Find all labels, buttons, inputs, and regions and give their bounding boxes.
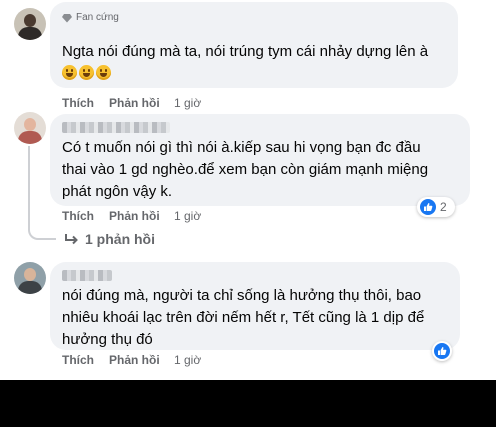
timestamp[interactable]: 1 giờ (174, 96, 201, 110)
comment-text: nói đúng mà, người ta chỉ sống là hưởng … (62, 287, 425, 348)
reaction-count[interactable]: 2 (417, 197, 455, 217)
reaction-count[interactable] (432, 341, 452, 361)
badge-label: Fan cứng (76, 12, 119, 23)
timestamp[interactable]: 1 giờ (174, 353, 201, 367)
view-replies-link[interactable]: 1 phản hồi (64, 231, 155, 247)
avatar[interactable] (14, 112, 46, 144)
blurred-author-name (62, 122, 170, 133)
avatar[interactable] (14, 8, 46, 40)
avatar[interactable] (14, 262, 46, 294)
reply-arrow-icon (65, 234, 78, 245)
thread-connector (28, 146, 56, 240)
replies-label[interactable]: 1 phản hồi (85, 231, 155, 247)
blurred-author-name (62, 270, 112, 281)
like-link[interactable]: Thích (62, 209, 94, 223)
diamond-icon (62, 13, 72, 22)
comment-text: Ngta nói đúng mà ta, nói trúng tym cái n… (62, 41, 452, 85)
black-bar (0, 380, 496, 427)
grinning-face-emoji (79, 65, 94, 80)
like-icon (420, 199, 436, 215)
grinning-face-emoji (62, 65, 77, 80)
like-link[interactable]: Thích (62, 353, 94, 367)
comment-text: Có t muốn nói gì thì nói à.kiếp sau hi v… (62, 139, 429, 200)
reply-link[interactable]: Phản hồi (109, 353, 160, 367)
like-icon (434, 343, 450, 359)
like-link[interactable]: Thích (62, 96, 94, 110)
fan-badge: Fan cứng (62, 12, 119, 23)
reaction-count-label: 2 (440, 200, 447, 214)
reply-link[interactable]: Phản hồi (109, 209, 160, 223)
reply-link[interactable]: Phản hồi (109, 96, 160, 110)
grinning-face-emoji (96, 65, 111, 80)
timestamp[interactable]: 1 giờ (174, 209, 201, 223)
